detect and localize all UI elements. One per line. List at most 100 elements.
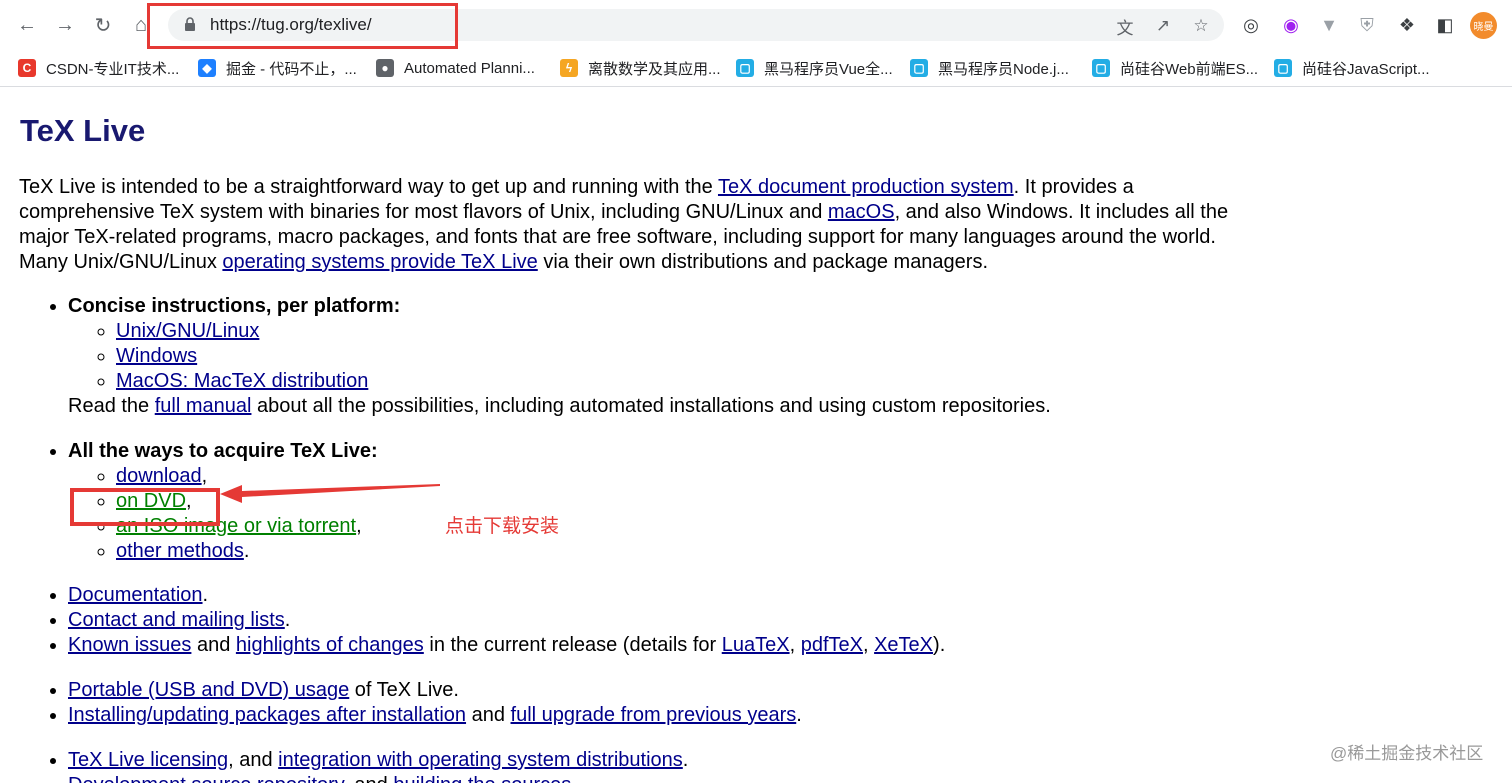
bookmark-star-icon[interactable]: ☆: [1190, 15, 1212, 37]
portable-link[interactable]: Portable (USB and DVD) usage: [68, 679, 349, 701]
read-text: Read the: [68, 395, 155, 417]
annotation-arrow: [220, 484, 440, 503]
documentation-link[interactable]: Documentation: [68, 584, 203, 606]
annotation-text: 点击下载安装: [445, 516, 560, 537]
intro-paragraph: TeX Live is intended to be a straightfor…: [19, 175, 1259, 275]
bookmark-item[interactable]: ▢ 黑马程序员Node.j...: [910, 56, 1069, 80]
bookmarks-bar: C CSDN-专业IT技术... ◆ 掘金 - 代码不止，... ● Automated …: [0, 50, 1512, 87]
highlights-link[interactable]: highlights of changes: [236, 634, 424, 656]
integration-link[interactable]: integration with operating system distri…: [278, 749, 683, 771]
concise-heading: Concise instructions, per platform:: [68, 295, 401, 317]
puzzle-icon[interactable]: ❖: [1394, 12, 1420, 38]
watermark: @稀土掘金技术社区: [1330, 744, 1484, 763]
download-link[interactable]: download: [116, 465, 202, 487]
other-methods-link[interactable]: other methods: [116, 540, 244, 562]
avatar[interactable]: 晓曼: [1470, 12, 1497, 39]
text: and: [191, 634, 236, 656]
extension-icon[interactable]: ◎: [1238, 12, 1264, 38]
back-arrow-icon[interactable]: ←: [14, 12, 40, 38]
bookmark-item[interactable]: C CSDN-专业IT技术...: [18, 56, 179, 80]
devsrc-link[interactable]: Development source repository: [68, 774, 343, 783]
installing-link[interactable]: Installing/updating packages after insta…: [68, 704, 466, 726]
bookmark-label: 尚硅谷Web前端ES...: [1120, 60, 1259, 78]
licensing-section: TeX Live licensing, and integration with…: [0, 748, 688, 783]
list-item: TeX Live licensing, and integration with…: [68, 748, 688, 773]
list-item: Windows: [116, 344, 1051, 369]
mactex-link[interactable]: MacOS: MacTeX distribution: [116, 370, 368, 392]
list-item: Development source repository, and build…: [68, 773, 688, 783]
page-content: TeX Live TeX Live is intended to be a st…: [0, 87, 1512, 783]
punct: .: [243, 540, 250, 562]
translate-icon[interactable]: 文: [1114, 15, 1136, 38]
list-item: Unix/GNU/Linux: [116, 319, 1051, 344]
bookmark-item[interactable]: ▢ 尚硅谷JavaScript...: [1274, 56, 1430, 80]
text: in the current release (details for: [423, 634, 722, 656]
page-title: TeX Live: [20, 113, 146, 148]
punct: ,: [201, 465, 208, 487]
intro-text: TeX Live is intended to be a straightfor…: [19, 176, 718, 198]
punct: ,: [356, 515, 362, 537]
bilibili-icon: ▢: [736, 59, 754, 77]
globe-icon: ●: [376, 59, 394, 77]
bookmark-item[interactable]: ● Automated Planni...: [376, 56, 535, 80]
list-item: other methods.: [116, 539, 378, 564]
list-item: Known issues and highlights of changes i…: [68, 633, 945, 658]
os-provide-link[interactable]: operating systems provide TeX Live: [222, 251, 537, 273]
building-link[interactable]: building the sources: [393, 774, 571, 783]
text: .: [571, 774, 577, 783]
intro-text: via their own distributions and package …: [537, 251, 989, 273]
text: ).: [933, 634, 946, 656]
acquire-heading: All the ways to acquire TeX Live:: [68, 440, 378, 462]
contact-link[interactable]: Contact and mailing lists: [68, 609, 285, 631]
vue-devtools-icon[interactable]: ▼: [1316, 12, 1342, 38]
bookmark-item[interactable]: ◆ 掘金 - 代码不止，...: [198, 56, 357, 80]
tex-system-link[interactable]: TeX document production system: [718, 176, 1014, 198]
url-highlight-box: [147, 3, 458, 49]
list-item: Documentation.: [68, 583, 945, 608]
shield-icon[interactable]: ⛨: [1354, 12, 1380, 38]
bookmark-item[interactable]: ▢ 尚硅谷Web前端ES...: [1092, 56, 1258, 80]
bookmark-label: 尚硅谷JavaScript...: [1302, 60, 1430, 78]
dvd-highlight-box: [70, 488, 220, 526]
browser-toolbar: ← → ↻ ⌂ https://tug.org/texlive/ 文 ↗ ☆ ◎…: [0, 0, 1512, 50]
forward-arrow-icon[interactable]: →: [52, 12, 78, 38]
xetex-link[interactable]: XeTeX: [874, 634, 933, 656]
text: ,: [862, 634, 875, 656]
upgrade-link[interactable]: full upgrade from previous years: [511, 704, 797, 726]
bookmark-label: 离散数学及其应用...: [588, 60, 721, 78]
csdn-icon: C: [18, 59, 36, 77]
text: and: [466, 704, 511, 726]
concise-section: Concise instructions, per platform: Unix…: [0, 294, 1051, 419]
side-panel-icon[interactable]: ◧: [1432, 12, 1458, 38]
bookmark-item[interactable]: ▢ 黑马程序员Vue全...: [736, 56, 893, 80]
full-manual-link[interactable]: full manual: [155, 395, 252, 417]
share-icon[interactable]: ↗: [1152, 15, 1174, 37]
docs-section: Documentation. Contact and mailing lists…: [0, 583, 945, 658]
text: ,: [789, 634, 801, 656]
windows-link[interactable]: Windows: [116, 345, 197, 367]
list-item: Portable (USB and DVD) usage of TeX Live…: [68, 678, 802, 703]
bookmark-label: CSDN-专业IT技术...: [46, 60, 180, 78]
text: , and: [228, 749, 279, 771]
text: of TeX Live.: [349, 679, 459, 701]
luatex-link[interactable]: LuaTeX: [722, 634, 790, 656]
list-item: Installing/updating packages after insta…: [68, 703, 802, 728]
bookmark-label: 黑马程序员Vue全...: [764, 60, 893, 78]
bookmark-item[interactable]: ϟ 离散数学及其应用...: [560, 56, 721, 80]
bolt-icon: ϟ: [560, 59, 578, 77]
unix-link[interactable]: Unix/GNU/Linux: [116, 320, 259, 342]
list-item: Contact and mailing lists.: [68, 608, 945, 633]
bookmark-label: 掘金 - 代码不止，...: [226, 60, 357, 78]
pdftex-link[interactable]: pdfTeX: [801, 634, 863, 656]
juejin-icon: ◆: [198, 59, 216, 77]
extension-icon[interactable]: ◉: [1278, 12, 1304, 38]
list-item: MacOS: MacTeX distribution: [116, 369, 1051, 394]
list-item: Concise instructions, per platform: Unix…: [68, 294, 1051, 419]
usage-section: Portable (USB and DVD) usage of TeX Live…: [0, 678, 802, 728]
text: , and: [343, 774, 393, 783]
reload-icon[interactable]: ↻: [90, 12, 116, 38]
known-issues-link[interactable]: Known issues: [68, 634, 191, 656]
bookmark-label: 黑马程序员Node.j...: [938, 60, 1069, 78]
licensing-link[interactable]: TeX Live licensing: [68, 749, 228, 771]
macos-link[interactable]: macOS: [828, 201, 895, 223]
